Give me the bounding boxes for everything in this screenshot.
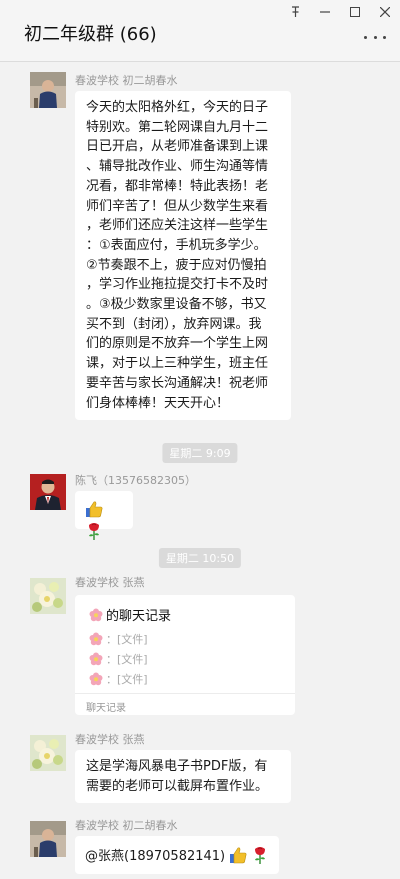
record-title: 的聊天记录 (89, 605, 171, 624)
message-bubble[interactable]: @张燕(18970582141) (75, 836, 280, 874)
flower-icon (89, 672, 103, 686)
message-line: 、辅导批改作业、师生沟通等情 (86, 159, 269, 175)
message-line: 这是学海风暴电子书PDF版，有 (86, 759, 268, 774)
message-bubble[interactable]: 今天的太阳格外红，今天的日子 特别欢。第二轮网课自九月十二 日已开启，从老师准备… (75, 91, 291, 421)
sender-name: 春波学校 张燕 (75, 576, 145, 589)
avatar[interactable] (30, 72, 66, 108)
message-bubble[interactable] (75, 491, 133, 540)
time-separator: 星期二 9:09 (162, 443, 238, 463)
message-line: 。③极少数家里设备不够，书又 (86, 297, 267, 313)
rose-icon (255, 847, 266, 864)
message-line: 们的原则是不放弃一个学生上网 (86, 336, 269, 352)
message-line: 需要的老师可以截屏布置作业。 (86, 778, 269, 794)
record-footer: 聊天记录 (75, 693, 295, 715)
record-line: ：[文件] (89, 671, 148, 687)
message-line: ，老师们还应关注这样一些学生 (86, 218, 269, 234)
avatar[interactable] (30, 474, 66, 510)
message-line: 师们辛苦了！但从少数学生来看 (86, 198, 269, 214)
record-title-text: 的聊天记录 (106, 609, 172, 624)
chat-title: 初二年级群 (66) (24, 24, 157, 45)
window-controls (280, 0, 400, 24)
chat-area[interactable]: 春波学校 初二胡春水 今天的太阳格外红，今天的日子 特别欢。第二轮网课自九月十二… (0, 62, 400, 879)
message-line: 今天的太阳格外红，今天的日子 (86, 100, 269, 115)
message-line: 日已开启，从老师准备课到上课 (86, 139, 269, 155)
message-line: 特别欢。第二轮网课自九月十二 (86, 119, 269, 135)
thumbs-up-icon (86, 501, 103, 518)
record-line: ：[文件] (89, 651, 148, 667)
avatar[interactable] (30, 821, 66, 857)
flower-icon (89, 632, 103, 646)
time-separator: 星期二 10:50 (158, 548, 242, 568)
mention-text: @张燕(18970582141) (85, 849, 226, 864)
sender-name: 春波学校 初二胡春水 (75, 819, 178, 832)
message-bubble[interactable]: 这是学海风暴电子书PDF版，有 需要的老师可以截屏布置作业。 (75, 750, 291, 804)
avatar[interactable] (30, 578, 66, 614)
thumbs-up-icon (230, 847, 247, 864)
maximize-icon[interactable] (340, 0, 370, 24)
flower-icon (89, 608, 103, 621)
message-line: 况看，都非常棒！特此表扬！老 (86, 178, 269, 194)
message-line: 要辛苦与家长沟通解决！祝老师 (86, 375, 269, 391)
sender-name: 春波学校 张燕 (75, 733, 145, 746)
pin-icon[interactable] (280, 0, 310, 24)
message-line: 们身体棒棒！天天开心！ (86, 395, 230, 411)
chat-record-card[interactable]: 的聊天记录 ：[文件] ：[文件] ：[文件] 聊天记录 (75, 595, 295, 715)
rose-icon (89, 522, 99, 540)
sender-name: 陈飞（13576582305） (75, 474, 196, 487)
record-line: ：[文件] (89, 631, 148, 647)
minimize-icon[interactable] (310, 0, 340, 24)
message-line: ，学习作业拖拉提交打卡不及时 (86, 277, 269, 293)
message-line: 课，对于以上三种学生，班主任 (86, 356, 269, 372)
avatar[interactable] (30, 735, 66, 771)
message-line: ②节奏跟不上，疲于应对仍慢拍 (86, 257, 267, 273)
sender-name: 春波学校 初二胡春水 (75, 74, 178, 87)
close-icon[interactable] (370, 0, 400, 24)
more-icon[interactable] (364, 30, 386, 44)
message-line: 买不到（封闭），放弃网课。我 (86, 316, 262, 332)
message-line: ：①表面应付，手机玩多学少。 (86, 237, 267, 253)
flower-icon (89, 652, 103, 666)
